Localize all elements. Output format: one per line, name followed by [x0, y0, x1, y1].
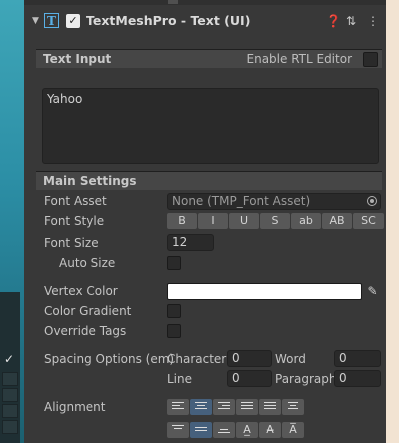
override-tags-label: Override Tags — [44, 324, 127, 338]
vertex-color-field[interactable] — [167, 283, 362, 300]
align-capline-button[interactable]: A̅ — [282, 422, 304, 438]
eyedropper-icon[interactable]: ✎ — [364, 283, 381, 300]
auto-size-label: Auto Size — [59, 256, 116, 270]
lowercase-button[interactable]: ab — [291, 213, 321, 229]
scene-view-edge: ✓ — [0, 0, 24, 443]
align-middle-icon — [195, 427, 207, 437]
text-input-value: Yahoo — [47, 92, 83, 106]
vertex-color-label: Vertex Color — [44, 284, 118, 298]
word-spacing-label: Word — [275, 352, 306, 366]
tmp-text-icon: T — [44, 13, 59, 28]
italic-button[interactable]: I — [198, 213, 228, 229]
align-right-icon — [218, 402, 230, 412]
align-right-button[interactable] — [213, 399, 235, 415]
color-gradient-checkbox[interactable] — [167, 304, 181, 318]
toggle-box[interactable] — [2, 388, 18, 402]
component-enable-checkbox[interactable]: ✓ — [66, 14, 80, 28]
align-top-button[interactable] — [167, 422, 189, 438]
override-tags-checkbox[interactable] — [167, 324, 181, 338]
align-midline-button[interactable]: A̶ — [259, 422, 281, 438]
font-size-field[interactable]: 12 — [167, 234, 214, 251]
toggle-box[interactable] — [2, 372, 18, 386]
text-input-area[interactable]: Yahoo — [42, 88, 379, 164]
word-spacing-value: 0 — [339, 351, 347, 365]
window-edge — [386, 0, 399, 443]
toggle-box[interactable] — [2, 420, 18, 434]
component-header[interactable]: ▼ T ✓ TextMeshPro - Text (UI) ❓ ⇅ ⋮ — [24, 9, 386, 35]
align-flush-icon — [264, 402, 276, 412]
align-middle-button[interactable] — [190, 422, 212, 438]
align-center-button[interactable] — [190, 399, 212, 415]
horizontal-alignment-buttons — [167, 399, 304, 415]
align-left-button[interactable] — [167, 399, 189, 415]
inspector-panel: ▼ T ✓ TextMeshPro - Text (UI) ❓ ⇅ ⋮ Text… — [24, 0, 386, 443]
rtl-editor-label: Enable RTL Editor — [246, 52, 353, 66]
check-icon[interactable]: ✓ — [2, 352, 16, 366]
bold-button[interactable]: B — [167, 213, 197, 229]
main-settings-section: Main Settings — [36, 171, 382, 190]
font-style-label: Font Style — [44, 214, 105, 228]
help-icon[interactable]: ❓ — [326, 14, 341, 28]
align-bottom-icon — [218, 429, 230, 439]
align-bottom-button[interactable] — [213, 422, 235, 438]
auto-size-checkbox[interactable] — [167, 256, 181, 270]
font-asset-field[interactable]: None (TMP_Font Asset) — [167, 193, 381, 210]
align-center-icon — [195, 402, 207, 412]
paragraph-spacing-field[interactable]: 0 — [334, 370, 381, 387]
paragraph-spacing-value: 0 — [339, 371, 347, 385]
component-title: TextMeshPro - Text (UI) — [86, 13, 251, 28]
line-spacing-label: Line — [167, 372, 193, 386]
font-size-label: Font Size — [44, 236, 99, 250]
uppercase-button[interactable]: AB — [322, 213, 352, 229]
toggle-box[interactable] — [2, 404, 18, 418]
character-spacing-value: 0 — [232, 351, 240, 365]
alignment-label: Alignment — [44, 400, 106, 414]
align-left-icon — [172, 402, 184, 412]
align-geometry-center-icon — [287, 402, 299, 412]
align-baseline-button[interactable]: A̲ — [236, 422, 258, 438]
underline-button[interactable]: U — [229, 213, 259, 229]
text-input-section: Text Input Enable RTL Editor — [36, 49, 382, 68]
color-gradient-label: Color Gradient — [44, 304, 132, 318]
smallcaps-button[interactable]: SC — [353, 213, 384, 229]
character-spacing-field[interactable]: 0 — [227, 350, 272, 367]
spacing-options-label: Spacing Options (em) — [44, 352, 175, 366]
vertical-alignment-buttons: A̲ A̶ A̅ — [167, 422, 304, 438]
align-flush-button[interactable] — [259, 399, 281, 415]
rtl-editor-checkbox[interactable] — [363, 52, 378, 67]
paragraph-spacing-label: Paragraph — [275, 372, 337, 386]
align-justified-button[interactable] — [236, 399, 258, 415]
line-spacing-field[interactable]: 0 — [227, 370, 272, 387]
align-top-icon — [172, 425, 184, 435]
preset-icon[interactable]: ⇅ — [346, 14, 356, 28]
previous-component-edge — [24, 0, 386, 5]
character-spacing-label: Character — [167, 352, 227, 366]
section-label: Main Settings — [43, 174, 137, 188]
align-geometry-center-button[interactable] — [282, 399, 304, 415]
section-label: Text Input — [43, 52, 112, 66]
strikethrough-button[interactable]: S — [260, 213, 290, 229]
font-style-buttons: B I U S ab AB SC — [167, 213, 384, 229]
object-picker-icon[interactable] — [367, 196, 377, 206]
foldout-arrow-icon[interactable]: ▼ — [32, 16, 39, 26]
more-vert-icon[interactable]: ⋮ — [367, 14, 379, 28]
word-spacing-field[interactable]: 0 — [334, 350, 381, 367]
align-justified-icon — [241, 402, 253, 412]
scroll-nub — [168, 0, 178, 4]
font-asset-label: Font Asset — [44, 194, 107, 208]
font-size-value: 12 — [172, 235, 188, 249]
font-asset-value: None (TMP_Font Asset) — [172, 194, 311, 208]
line-spacing-value: 0 — [232, 371, 240, 385]
